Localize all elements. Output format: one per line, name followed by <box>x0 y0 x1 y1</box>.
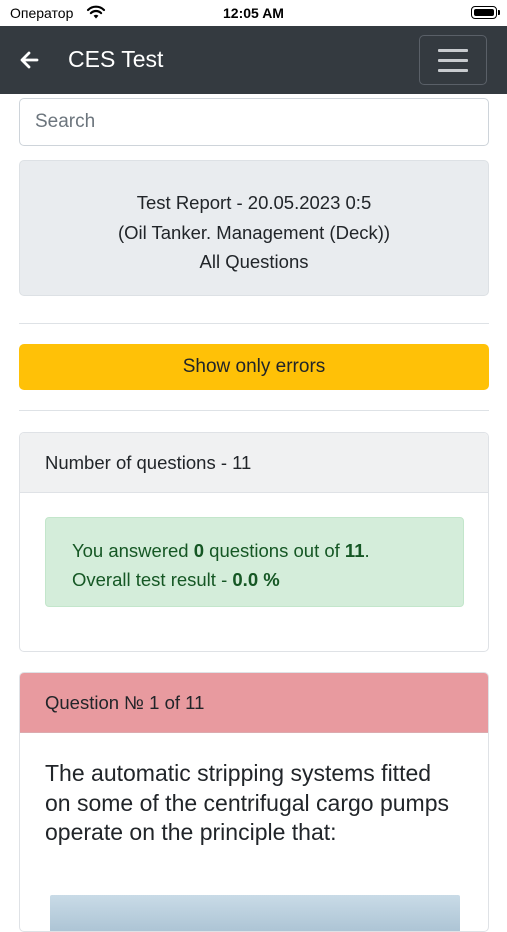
report-course: (Oil Tanker. Management (Deck)) <box>117 221 391 243</box>
summary-card: Number of questions - 11 You answered 0 … <box>19 432 489 652</box>
divider <box>19 323 489 324</box>
result-value: 0.0 % <box>232 569 280 590</box>
result-alert: You answered 0 questions out of 11. Over… <box>45 517 464 607</box>
question-header: Question № 1 of 11 <box>20 673 488 733</box>
search-input[interactable] <box>19 98 489 146</box>
result-line: Overall test result - 0.0 % <box>72 569 280 590</box>
answered-count: 0 <box>193 540 205 561</box>
back-arrow-icon[interactable] <box>18 48 42 72</box>
summary-header: Number of questions - 11 <box>20 433 488 493</box>
clock: 12:05 AM <box>223 5 284 21</box>
answered-line: You answered 0 questions out of 11. <box>72 540 370 561</box>
question-image <box>50 895 460 931</box>
total-count: 11 <box>344 540 365 561</box>
status-bar: Оператор 12:05 AM <box>0 0 507 26</box>
hamburger-line <box>438 69 468 72</box>
navbar: CES Test <box>0 26 507 94</box>
hamburger-line <box>438 49 468 52</box>
report-filter: All Questions <box>199 251 309 272</box>
show-errors-button[interactable]: Show only errors <box>19 344 489 390</box>
app-title: CES Test <box>68 46 164 72</box>
divider <box>19 410 489 411</box>
menu-toggle-button[interactable] <box>419 35 487 85</box>
question-card: Question № 1 of 11 The automatic strippi… <box>19 672 489 932</box>
question-text: The automatic stripping systems fitted o… <box>45 760 450 845</box>
report-summary: Test Report - 20.05.2023 0:5 (Oil Tanker… <box>19 160 489 296</box>
battery-icon <box>471 6 500 19</box>
hamburger-line <box>438 59 468 62</box>
report-title: Test Report - 20.05.2023 0:5 <box>136 192 372 213</box>
